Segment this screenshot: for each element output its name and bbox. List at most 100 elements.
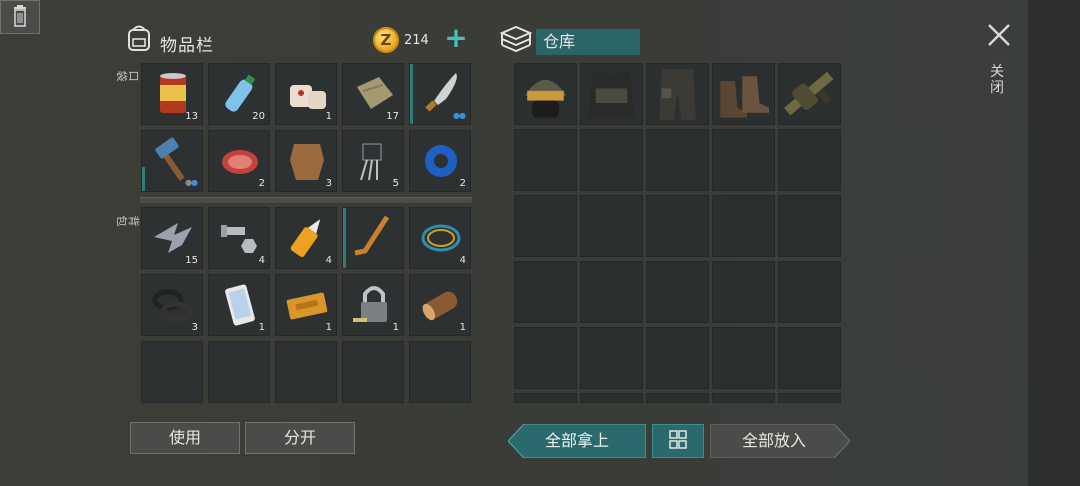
- empty-slot[interactable]: [712, 393, 775, 403]
- use-button[interactable]: 使用: [130, 422, 240, 454]
- close-label[interactable]: 关闭: [990, 64, 1006, 96]
- empty-slot[interactable]: [712, 195, 775, 257]
- tactical-vest-icon: [588, 71, 635, 118]
- put-all-label: 全部放入: [741, 431, 806, 450]
- tactical-helmet-icon: [524, 79, 567, 118]
- tactical-pants-icon: [659, 68, 696, 121]
- empty-slot[interactable]: [141, 341, 203, 403]
- trash-button[interactable]: [0, 0, 40, 34]
- item-count: 4: [258, 255, 265, 266]
- slot-glue[interactable]: 4: [275, 207, 337, 269]
- slot-rubber-rings[interactable]: 3: [141, 274, 203, 336]
- section-divider: [140, 197, 472, 203]
- item-count: 15: [185, 255, 198, 266]
- slot-nuts-and-bolts[interactable]: 4: [208, 207, 270, 269]
- padlock-and-key-icon: [353, 286, 387, 322]
- slot-combat-boots[interactable]: [712, 63, 775, 125]
- grid-toggle-button[interactable]: [652, 424, 704, 458]
- empty-slot[interactable]: [580, 393, 643, 403]
- empty-slot[interactable]: [580, 327, 643, 389]
- status-dots: ●●: [453, 111, 466, 120]
- slot-tactical-pants[interactable]: [646, 63, 709, 125]
- right-panel-shade: [1028, 0, 1080, 486]
- slot-tactical-vest[interactable]: [580, 63, 643, 125]
- empty-slot[interactable]: [514, 327, 577, 389]
- empty-slot[interactable]: [646, 327, 709, 389]
- slot-coupon[interactable]: 1: [275, 274, 337, 336]
- empty-slot[interactable]: [342, 341, 404, 403]
- slot-bandage[interactable]: 1: [275, 63, 337, 125]
- coin-count: 214: [404, 33, 429, 48]
- empty-slot[interactable]: [514, 195, 577, 257]
- empty-slot[interactable]: [208, 341, 270, 403]
- durability-bar: [410, 64, 413, 124]
- empty-slot[interactable]: [646, 129, 709, 191]
- bandage-icon: [290, 85, 326, 109]
- pocket-label: 口袋: [115, 70, 140, 82]
- empty-slot[interactable]: [409, 341, 471, 403]
- item-count: 3: [191, 322, 198, 333]
- take-all-button[interactable]: 全部拿上: [507, 423, 647, 459]
- empty-slot[interactable]: [580, 195, 643, 257]
- leather-icon: [290, 144, 324, 180]
- backpack-icon: [128, 25, 150, 51]
- take-all-label: 全部拿上: [544, 431, 609, 450]
- empty-slot[interactable]: [778, 261, 841, 323]
- empty-slot[interactable]: [778, 195, 841, 257]
- item-count: 1: [258, 322, 265, 333]
- slot-hockey-stick[interactable]: [342, 207, 404, 269]
- empty-slot[interactable]: [778, 327, 841, 389]
- put-all-button[interactable]: 全部放入: [709, 423, 851, 459]
- inventory-screen: 物品栏 Z 214 + 口袋 背包 使用 分开 仓库 全部拿上 全部放入 关闭 …: [0, 0, 1080, 486]
- item-count: 1: [392, 322, 399, 333]
- item-count: 3: [325, 178, 332, 189]
- empty-slot[interactable]: [778, 129, 841, 191]
- slot-electronic-component[interactable]: 5: [342, 130, 404, 192]
- slot-leather[interactable]: 3: [275, 130, 337, 192]
- electronic-component-icon: [360, 143, 382, 181]
- empty-slot[interactable]: [646, 195, 709, 257]
- warehouse-title: 仓库: [536, 29, 640, 55]
- item-count: 1: [459, 322, 466, 333]
- inventory-title: 物品栏: [160, 36, 214, 56]
- empty-slot[interactable]: [712, 261, 775, 323]
- slot-cloth[interactable]: 17: [342, 63, 404, 125]
- glue-icon: [290, 219, 321, 257]
- item-count: 2: [258, 178, 265, 189]
- smartphone-icon: [225, 284, 255, 326]
- slot-machete[interactable]: ●●: [409, 63, 471, 125]
- empty-slot[interactable]: [778, 393, 841, 403]
- empty-slot[interactable]: [514, 129, 577, 191]
- close-icon[interactable]: [986, 22, 1012, 48]
- empty-slot[interactable]: [580, 129, 643, 191]
- empty-slot[interactable]: [514, 261, 577, 323]
- wood-log-icon: [422, 291, 458, 321]
- duct-tape-icon: [425, 145, 457, 177]
- slot-wood-log[interactable]: 1: [409, 274, 471, 336]
- slot-tactical-helmet[interactable]: [514, 63, 577, 125]
- slot-wire[interactable]: 4: [409, 207, 471, 269]
- empty-slot[interactable]: [275, 341, 337, 403]
- raw-meat-icon: [222, 150, 258, 174]
- plus-icon[interactable]: +: [444, 24, 468, 52]
- slot-metal-scrap[interactable]: 15: [141, 207, 203, 269]
- slot-duct-tape[interactable]: 2: [409, 130, 471, 192]
- slot-water-bottle[interactable]: 20: [208, 63, 270, 125]
- rubber-rings-icon: [152, 289, 192, 323]
- slot-padlock-and-key[interactable]: 1: [342, 274, 404, 336]
- empty-slot[interactable]: [712, 327, 775, 389]
- empty-slot[interactable]: [514, 393, 577, 403]
- slot-canned-food[interactable]: 13: [141, 63, 203, 125]
- empty-slot[interactable]: [646, 393, 709, 403]
- slot-raw-meat[interactable]: 2: [208, 130, 270, 192]
- empty-slot[interactable]: [646, 261, 709, 323]
- nuts-and-bolts-icon: [221, 225, 257, 253]
- split-button[interactable]: 分开: [245, 422, 355, 454]
- slot-grenade-launcher[interactable]: [778, 63, 841, 125]
- empty-slot[interactable]: [580, 261, 643, 323]
- empty-slot[interactable]: [712, 129, 775, 191]
- slot-hammer[interactable]: ●●: [141, 130, 203, 192]
- slot-smartphone[interactable]: 1: [208, 274, 270, 336]
- coupon-icon: [286, 292, 328, 320]
- stack-icon: [499, 25, 533, 53]
